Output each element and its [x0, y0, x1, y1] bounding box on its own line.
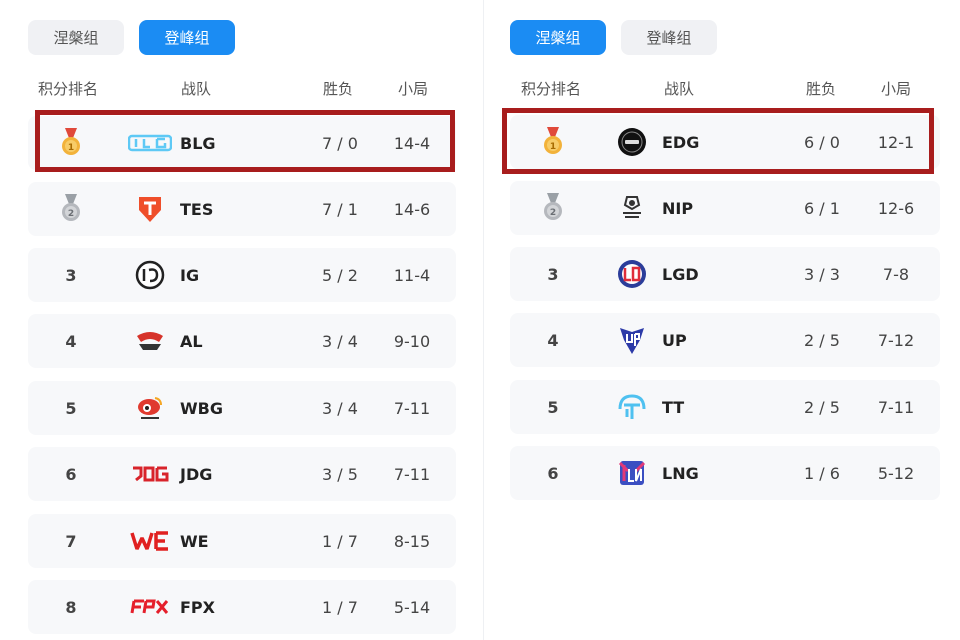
table-row[interactable]: 2 NIP 6 / 1 12-6	[510, 181, 940, 235]
win-loss: 2 / 5	[804, 330, 840, 350]
rank-number: 8	[65, 597, 77, 617]
wbg-logo-icon	[128, 392, 172, 424]
win-loss: 5 / 2	[322, 265, 358, 285]
table-row[interactable]: 3 LGD 3 / 3 7-8	[510, 247, 940, 301]
standings-header: 积分排名 战队 胜负 小局	[0, 78, 484, 98]
header-wl: 胜负	[323, 81, 354, 98]
right-panel-nirvana-group: 涅槃组 登峰组 积分排名 战队 胜负 小局 1 EDG 6 / 0 12-1 2…	[484, 0, 960, 640]
table-row[interactable]: 5 WBG 3 / 4 7-11	[28, 381, 456, 435]
header-rank: 积分排名	[521, 81, 582, 98]
tab-ascend-group[interactable]: 登峰组	[139, 20, 235, 55]
table-row[interactable]: 6 LNG 1 / 6 5-12	[510, 446, 940, 500]
rank-number: 6	[65, 464, 77, 484]
win-loss: 1 / 7	[322, 597, 358, 617]
table-row[interactable]: 7 WE 1 / 7 8-15	[28, 514, 456, 568]
game-score: 7-12	[877, 330, 915, 350]
game-score: 12-6	[877, 198, 915, 218]
game-score: 9-10	[393, 331, 431, 351]
win-loss: 6 / 1	[804, 198, 840, 218]
svg-text:2: 2	[68, 209, 74, 219]
silver-medal-icon: 2	[56, 182, 86, 236]
tab-ascend-group[interactable]: 登峰组	[621, 20, 717, 55]
table-row[interactable]: 8 FPX 1 / 7 5-14	[28, 580, 456, 634]
team-name: UP	[662, 330, 687, 350]
team-name: JDG	[180, 464, 213, 484]
rank-number: 5	[547, 397, 559, 417]
jdg-logo-icon	[128, 458, 172, 490]
highlight-box	[502, 108, 934, 174]
left-panel-ascend-group: 涅槃组 登峰组 积分排名 战队 胜负 小局 1 BLG 7 / 0 14-4 2…	[0, 0, 484, 640]
table-row[interactable]: 2 TES 7 / 1 14-6	[28, 182, 456, 236]
game-score: 5-14	[393, 597, 431, 617]
game-score: 11-4	[393, 265, 431, 285]
win-loss: 1 / 7	[322, 531, 358, 551]
tt-logo-icon	[610, 391, 654, 423]
tab-nirvana-group[interactable]: 涅槃组	[28, 20, 124, 55]
team-name: WBG	[180, 398, 223, 418]
team-name: IG	[180, 265, 200, 285]
win-loss: 3 / 4	[322, 331, 358, 351]
rank-number: 6	[547, 463, 559, 483]
game-score: 5-12	[877, 463, 915, 483]
game-score: 7-11	[393, 464, 431, 484]
win-loss: 3 / 5	[322, 464, 358, 484]
table-row[interactable]: 5 TT 2 / 5 7-11	[510, 380, 940, 434]
fpx-logo-icon	[128, 591, 172, 623]
rank-number: 4	[65, 331, 77, 351]
al-logo-icon	[128, 325, 172, 357]
we-logo-icon	[128, 525, 172, 557]
lgd-logo-icon	[610, 258, 654, 290]
silver-medal-icon: 2	[538, 181, 568, 235]
rank-number: 5	[65, 398, 77, 418]
table-row[interactable]: 4 UP 2 / 5 7-12	[510, 313, 940, 367]
game-score: 7-11	[393, 398, 431, 418]
team-name: AL	[180, 331, 203, 351]
nip-logo-icon	[610, 192, 654, 224]
header-rank: 积分排名	[38, 81, 99, 98]
team-name: FPX	[180, 597, 215, 617]
lng-logo-icon	[610, 457, 654, 489]
team-name: TT	[662, 397, 685, 417]
team-name: LGD	[662, 264, 699, 284]
win-loss: 3 / 4	[322, 398, 358, 418]
table-row[interactable]: 4 AL 3 / 4 9-10	[28, 314, 456, 368]
rank-number: 4	[547, 330, 559, 350]
table-row[interactable]: 3 IG 5 / 2 11-4	[28, 248, 456, 302]
team-name: LNG	[662, 463, 699, 483]
tes-logo-icon	[128, 193, 172, 225]
team-name: NIP	[662, 198, 694, 218]
win-loss: 3 / 3	[804, 264, 840, 284]
tab-nirvana-group[interactable]: 涅槃组	[510, 20, 606, 55]
win-loss: 7 / 1	[322, 199, 358, 219]
game-score: 8-15	[393, 531, 431, 551]
ig-logo-icon	[128, 259, 172, 291]
win-loss: 1 / 6	[804, 463, 840, 483]
rank-number: 3	[65, 265, 77, 285]
rank-number: 3	[547, 264, 559, 284]
table-row[interactable]: 6 JDG 3 / 5 7-11	[28, 447, 456, 501]
header-wl: 胜负	[806, 81, 837, 98]
highlight-box	[35, 110, 455, 172]
game-score: 14-6	[393, 199, 431, 219]
game-score: 7-11	[877, 397, 915, 417]
team-name: WE	[180, 531, 209, 551]
game-score: 7-8	[882, 264, 910, 284]
header-games: 小局	[398, 81, 429, 98]
standings-header: 积分排名 战队 胜负 小局	[484, 78, 960, 98]
rank-number: 7	[65, 531, 77, 551]
win-loss: 2 / 5	[804, 397, 840, 417]
svg-text:2: 2	[550, 208, 556, 218]
header-team: 战队	[181, 81, 212, 98]
header-games: 小局	[881, 81, 912, 98]
header-team: 战队	[664, 81, 695, 98]
team-name: TES	[180, 199, 214, 219]
up-logo-icon	[610, 324, 654, 356]
